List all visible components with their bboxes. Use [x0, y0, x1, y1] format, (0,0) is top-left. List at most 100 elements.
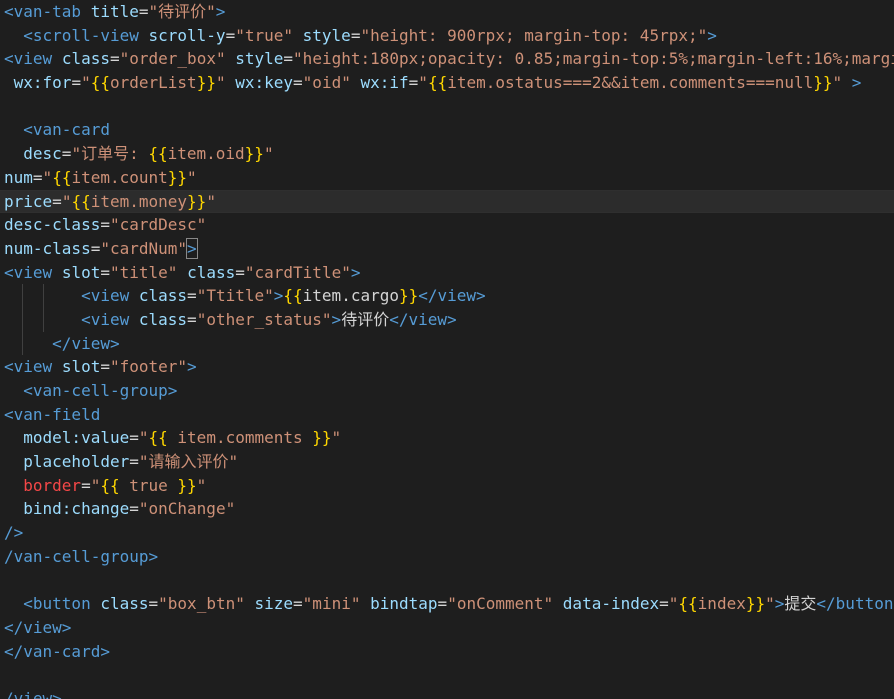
code-line[interactable]: <van-field	[0, 403, 894, 427]
code-line[interactable]: /van-cell-group>	[0, 545, 894, 569]
code-token-str: "	[331, 428, 342, 448]
code-token-str: "	[187, 167, 197, 187]
code-line[interactable]: </view>	[0, 331, 894, 356]
code-line[interactable]: model:value="{{ item.comments }}"	[0, 426, 894, 450]
code-token-str: "待评价"	[148, 2, 216, 21]
code-token-tag: /view>	[4, 688, 62, 699]
code-line[interactable]: </van-card>	[0, 640, 894, 664]
code-token-attr: num	[4, 167, 33, 187]
code-token-str: "onChange"	[138, 499, 236, 519]
code-token-eq: =	[138, 2, 149, 21]
code-text: border="{{ true }}"	[4, 474, 894, 498]
code-line[interactable]: <view class="Ttitle">{{item.cargo}}</vie…	[0, 284, 894, 308]
code-token-eq: =	[61, 144, 72, 164]
code-token-plain: 待评价	[341, 309, 390, 329]
code-token-str: "	[263, 144, 274, 164]
code-token-str: "order_box"	[119, 49, 226, 69]
code-line[interactable]	[0, 95, 894, 119]
code-line[interactable]: <view slot="footer">	[0, 355, 894, 379]
code-text: wx:for="{{orderList}}" wx:key="oid" wx:i…	[4, 71, 894, 95]
code-token-attr: class	[138, 309, 188, 329]
code-token-attr: class	[138, 286, 188, 306]
code-line[interactable]: <van-cell-group>	[0, 379, 894, 403]
code-line[interactable]: placeholder="请输入评价"	[0, 450, 894, 474]
code-line[interactable]: border="{{ true }}"	[0, 474, 894, 498]
code-token-eq: =	[129, 428, 139, 448]
code-token-attr: slot	[61, 357, 101, 377]
code-line[interactable]: price="{{item.money}}"	[0, 189, 894, 214]
code-line[interactable]: num="{{item.count}}"	[0, 166, 894, 190]
code-token-attr: model:value	[23, 428, 130, 448]
code-token-attr: size	[254, 594, 294, 614]
code-line[interactable]: num-class="cardNum">	[0, 237, 894, 261]
code-token-tag: <view	[4, 262, 53, 282]
code-line[interactable]: <view slot="title" class="cardTitle">	[0, 261, 894, 285]
code-token-bracket: {{	[678, 594, 698, 614]
code-token-attr: price	[4, 191, 53, 211]
code-line[interactable]: wx:for="{{orderList}}" wx:key="oid" wx:i…	[0, 71, 894, 95]
code-text: placeholder="请输入评价"	[4, 450, 894, 474]
code-line[interactable]: desc-class="cardDesc"	[0, 213, 894, 237]
code-text: num="{{item.count}}"	[4, 166, 894, 190]
code-token-eq: =	[659, 594, 669, 614]
code-token-str: "	[81, 73, 91, 93]
code-token-tag: </view>	[418, 286, 486, 306]
code-token-tag: >	[331, 309, 342, 329]
code-line[interactable]: /view>	[0, 687, 894, 699]
code-line[interactable]: </view>	[0, 616, 894, 640]
code-token-eq: =	[148, 594, 159, 614]
code-token-tag: >	[186, 237, 198, 259]
code-token-str: "oid"	[302, 73, 351, 93]
code-editor[interactable]: <van-tab title="待评价"> <scroll-view scrol…	[0, 0, 894, 699]
code-text: <button class="box_btn" size="mini" bind…	[4, 592, 894, 616]
code-text: <van-card	[4, 118, 894, 142]
code-token-eq: =	[283, 49, 294, 69]
code-token-str: "box_btn"	[158, 594, 245, 614]
code-token-eq: =	[437, 594, 448, 614]
code-token-tag: </view>	[389, 309, 457, 329]
code-token-str: "onComment"	[447, 594, 554, 614]
code-token-attr: title	[90, 2, 139, 21]
code-token-str: "	[42, 167, 53, 187]
code-token-attr: desc	[23, 144, 62, 164]
code-token-bracket: }}	[813, 73, 833, 93]
code-token-bracket: }}	[187, 191, 207, 211]
code-text: price="{{item.money}}"	[4, 191, 894, 213]
code-line[interactable]	[0, 569, 894, 593]
code-token-str: "	[215, 73, 226, 93]
code-token-bracket: {{	[427, 73, 448, 93]
code-line[interactable]: <button class="box_btn" size="mini" bind…	[0, 592, 894, 616]
code-token-str: "	[832, 73, 843, 93]
code-line[interactable]: <view class="order_box" style="height:18…	[0, 47, 894, 71]
code-line[interactable]	[0, 663, 894, 687]
code-line[interactable]: />	[0, 521, 894, 545]
code-token-eq: =	[129, 452, 139, 472]
code-token-str: "	[196, 475, 207, 495]
code-token-str: "height:180px;opacity: 0.85;margin-top:5…	[293, 49, 894, 69]
code-token-str: true	[119, 475, 178, 495]
code-token-attr: style	[235, 49, 284, 69]
code-line[interactable]: <scroll-view scroll-y="true" style="heig…	[0, 24, 894, 48]
code-line[interactable]: <view class="other_status">待评价</view>	[0, 307, 894, 332]
code-token-attr: class	[187, 262, 236, 282]
code-token-str: "	[668, 594, 679, 614]
code-line[interactable]: <van-card	[0, 118, 894, 142]
code-line[interactable]: bind:change="onChange"	[0, 497, 894, 521]
code-token-str: "请输入评价"	[138, 452, 239, 472]
code-token-str: item.oid	[167, 144, 245, 164]
code-token-bracket: }}	[177, 475, 197, 495]
code-token-bracket: }}	[196, 73, 216, 93]
code-line[interactable]: desc="订单号: {{item.oid}}"	[0, 142, 894, 166]
code-token-eq: =	[350, 25, 361, 45]
code-text: <van-cell-group>	[4, 379, 894, 403]
code-line[interactable]: <van-tab title="待评价">	[0, 0, 894, 24]
code-token-bracket: {{	[100, 475, 120, 495]
code-token-str: "other_status"	[196, 309, 332, 329]
